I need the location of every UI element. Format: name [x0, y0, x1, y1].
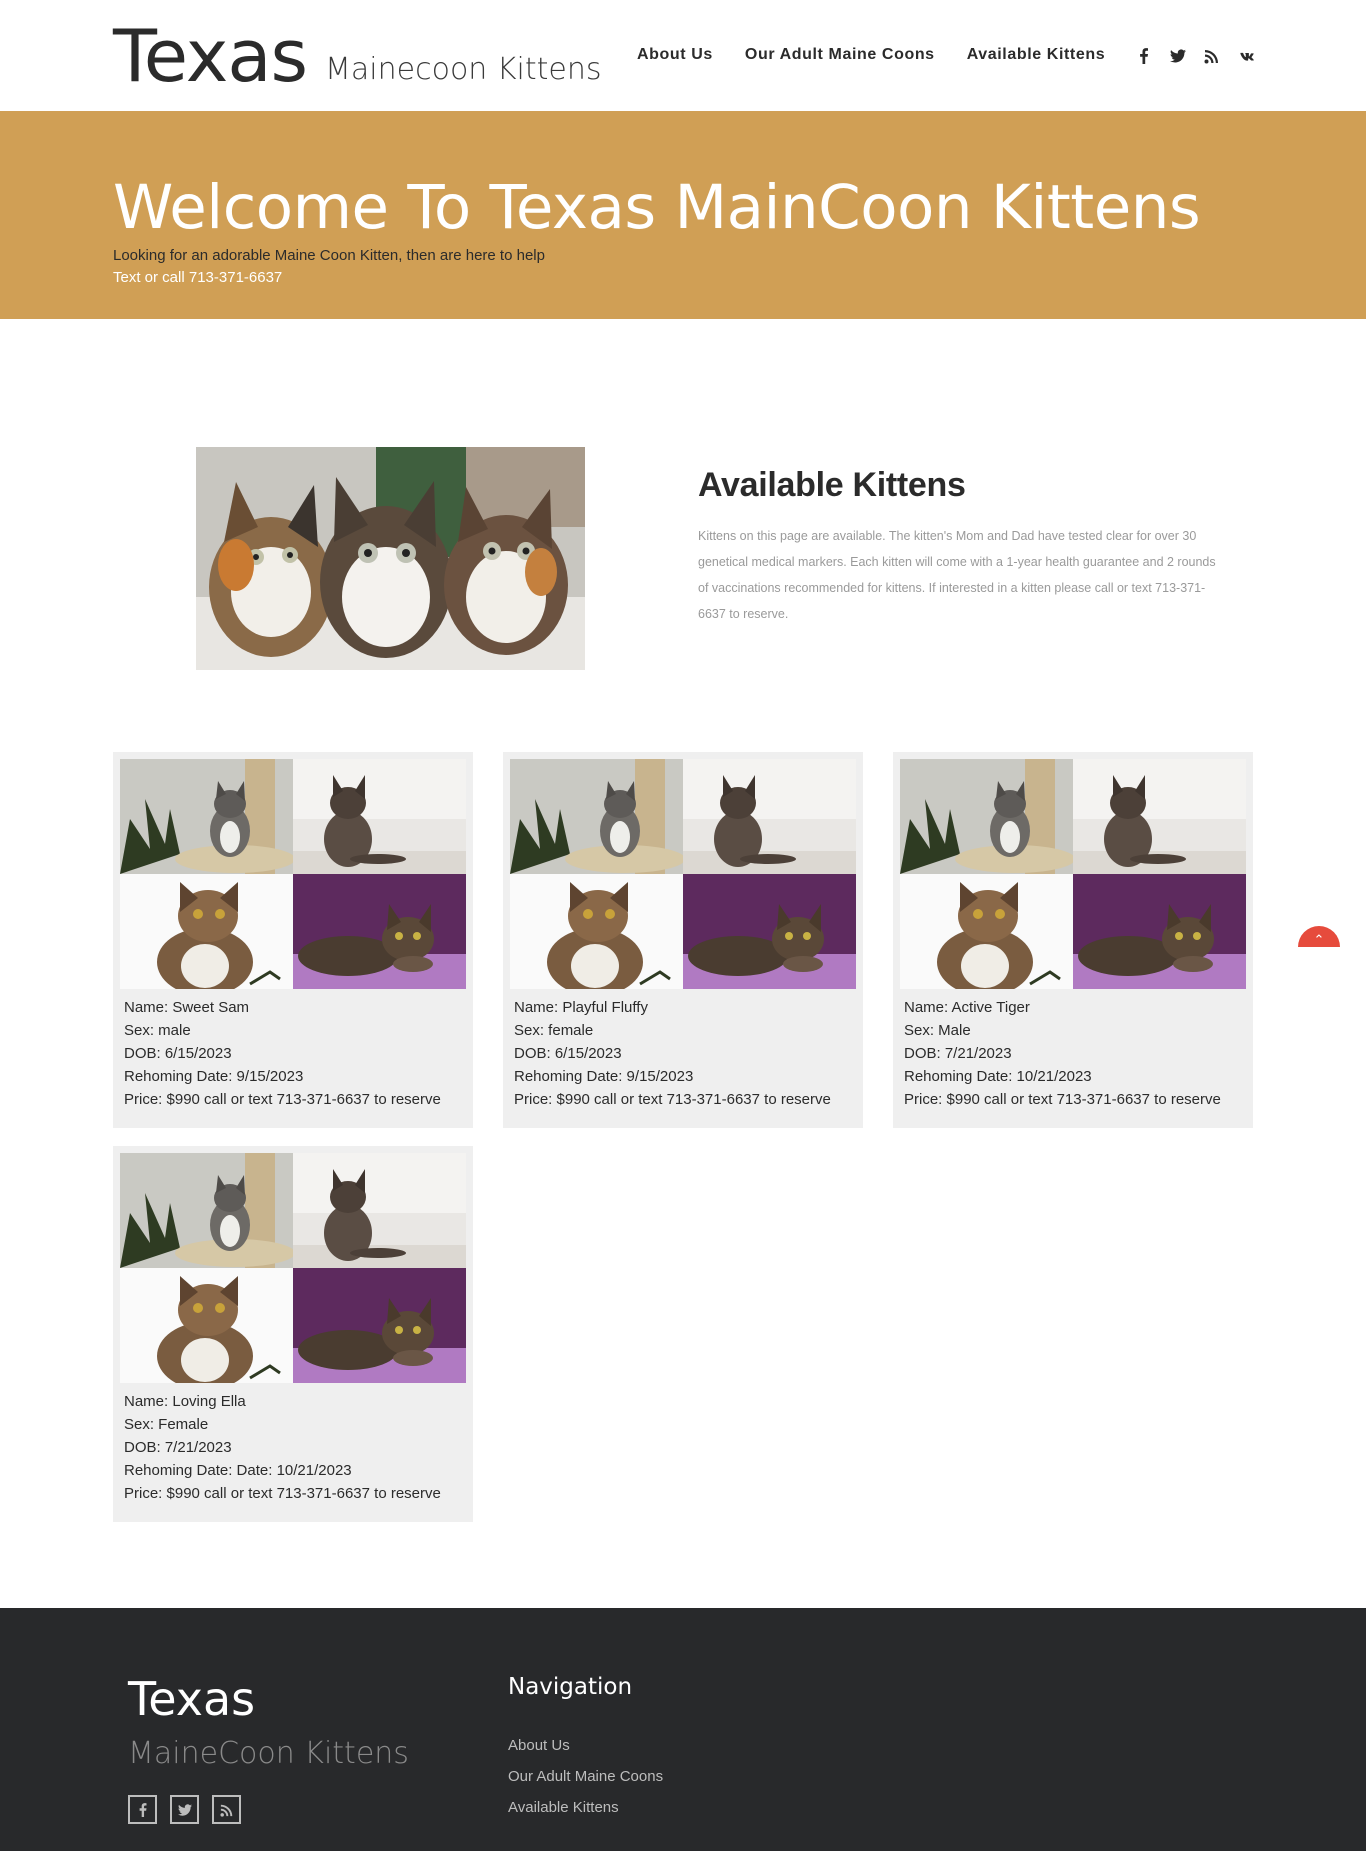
kitten-photo-4[interactable] — [1073, 874, 1246, 989]
kitten-price: Price: $990 call or text 713-371-6637 to… — [514, 1091, 831, 1108]
kitten-photo-2[interactable] — [683, 759, 856, 874]
hero-title: Welcome To Texas MainCoon Kittens — [113, 172, 1201, 243]
hero-tagline: Looking for an adorable Maine Coon Kitte… — [113, 247, 545, 264]
kitten-price: Price: $990 call or text 713-371-6637 to… — [904, 1091, 1221, 1108]
section-title: Available Kittens — [698, 466, 966, 504]
chevron-up-icon: ⌃ — [1313, 932, 1325, 947]
kitten-rehoming-date: Rehoming Date: 10/21/2023 — [904, 1068, 1092, 1085]
kitten-photo-3[interactable] — [120, 1268, 293, 1383]
kitten-card[interactable]: Name: Loving Ella Sex: Female DOB: 7/21/… — [113, 1146, 473, 1522]
kitten-photo-1[interactable] — [120, 759, 293, 874]
kitten-photo-grid — [510, 759, 856, 989]
logo-main-text: Texas — [113, 14, 308, 98]
site-logo[interactable]: Texas Mainecoon Kittens — [113, 18, 602, 94]
kitten-photo-2[interactable] — [293, 1153, 466, 1268]
footer-logo-main: Texas — [128, 1672, 256, 1726]
kitten-card[interactable]: Name: Sweet Sam Sex: male DOB: 6/15/2023… — [113, 752, 473, 1128]
kitten-photo-3[interactable] — [510, 874, 683, 989]
logo-sub-text: Mainecoon Kittens — [325, 52, 602, 87]
kitten-photo-3[interactable] — [120, 874, 293, 989]
kitten-sex: Sex: female — [514, 1022, 594, 1039]
kitten-sex: Sex: Female — [124, 1416, 209, 1433]
kitten-photo-grid — [900, 759, 1246, 989]
nav-about-us[interactable]: About Us — [637, 46, 713, 64]
section-description: Kittens on this page are available. The … — [698, 529, 1216, 621]
header-social-links — [1134, 46, 1256, 66]
kitten-name: Name: Loving Ella — [124, 1393, 246, 1410]
kitten-price: Price: $990 call or text 713-371-6637 to… — [124, 1485, 441, 1502]
footer-nav-title: Navigation — [508, 1674, 633, 1700]
kitten-photo-1[interactable] — [120, 1153, 293, 1268]
kitten-photo-2[interactable] — [1073, 759, 1246, 874]
site-footer: Texas MaineCoon Kittens Navigation About… — [0, 1608, 1366, 1851]
kitten-sex: Sex: male — [124, 1022, 191, 1039]
kitten-info: Name: Active Tiger Sex: Male DOB: 7/21/2… — [904, 996, 1221, 1111]
site-header: Texas Mainecoon Kittens About Us Our Adu… — [0, 0, 1366, 111]
facebook-icon[interactable] — [128, 1795, 157, 1824]
footer-nav-adult-maine-coons[interactable]: Our Adult Maine Coons — [508, 1761, 663, 1792]
footer-social-links — [128, 1795, 241, 1824]
kitten-photo-4[interactable] — [293, 1268, 466, 1383]
kitten-photo-grid — [120, 1153, 466, 1383]
vk-icon[interactable] — [1236, 46, 1256, 66]
kitten-photo-1[interactable] — [510, 759, 683, 874]
kitten-rehoming-date: Rehoming Date: 9/15/2023 — [514, 1068, 694, 1085]
kitten-card[interactable]: Name: Active Tiger Sex: Male DOB: 7/21/2… — [893, 752, 1253, 1128]
kitten-photo-2[interactable] — [293, 759, 466, 874]
main-nav: About Us Our Adult Maine Coons Available… — [637, 46, 1105, 64]
kitten-photo-grid — [120, 759, 466, 989]
footer-logo-sub: MaineCoon Kittens — [128, 1736, 409, 1771]
kitten-photo-3[interactable] — [900, 874, 1073, 989]
kitten-photo-4[interactable] — [293, 874, 466, 989]
twitter-icon[interactable] — [1168, 46, 1188, 66]
footer-nav-about-us[interactable]: About Us — [508, 1730, 663, 1761]
kitten-rehoming-date: Rehoming Date: 9/15/2023 — [124, 1068, 304, 1085]
kitten-dob: DOB: 7/21/2023 — [124, 1439, 232, 1456]
twitter-icon[interactable] — [170, 1795, 199, 1824]
kitten-name: Name: Sweet Sam — [124, 999, 250, 1016]
hero-phone: Text or call 713-371-6637 — [113, 269, 283, 286]
kitten-info: Name: Playful Fluffy Sex: female DOB: 6/… — [514, 996, 831, 1111]
facebook-icon[interactable] — [1134, 46, 1154, 66]
kitten-info: Name: Sweet Sam Sex: male DOB: 6/15/2023… — [124, 996, 441, 1111]
kitten-card[interactable]: Name: Playful Fluffy Sex: female DOB: 6/… — [503, 752, 863, 1128]
footer-nav: About Us Our Adult Maine Coons Available… — [508, 1730, 663, 1823]
scroll-to-top-button[interactable]: ⌃ — [1298, 926, 1340, 947]
kitten-info: Name: Loving Ella Sex: Female DOB: 7/21/… — [124, 1390, 441, 1505]
kitten-photo-1[interactable] — [900, 759, 1073, 874]
footer-nav-available-kittens[interactable]: Available Kittens — [508, 1792, 663, 1823]
nav-adult-maine-coons[interactable]: Our Adult Maine Coons — [745, 46, 935, 64]
kitten-price: Price: $990 call or text 713-371-6637 to… — [124, 1091, 441, 1108]
kitten-sex: Sex: Male — [904, 1022, 971, 1039]
rss-icon[interactable] — [1202, 46, 1222, 66]
kitten-dob: DOB: 6/15/2023 — [124, 1045, 232, 1062]
kitten-rehoming-date: Rehoming Date: Date: 10/21/2023 — [124, 1462, 352, 1479]
kitten-dob: DOB: 7/21/2023 — [904, 1045, 1012, 1062]
kitten-name: Name: Playful Fluffy — [514, 999, 648, 1016]
nav-available-kittens[interactable]: Available Kittens — [967, 46, 1106, 64]
kitten-name: Name: Active Tiger — [904, 999, 1030, 1016]
rss-icon[interactable] — [212, 1795, 241, 1824]
kittens-group-photo — [196, 447, 585, 670]
kitten-photo-4[interactable] — [683, 874, 856, 989]
kitten-dob: DOB: 6/15/2023 — [514, 1045, 622, 1062]
hero-banner: Welcome To Texas MainCoon Kittens Lookin… — [0, 111, 1366, 319]
